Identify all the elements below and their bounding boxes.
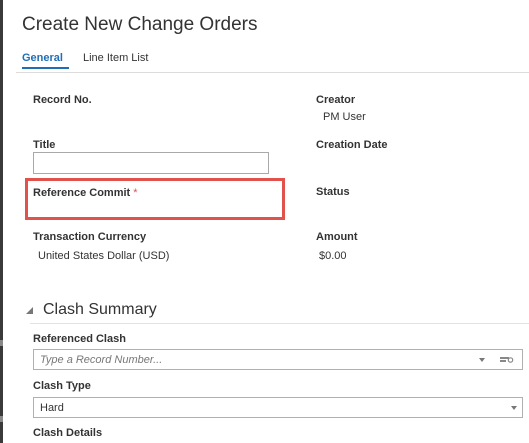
collapse-triangle-icon[interactable] [26,306,33,314]
tabs-divider [16,72,529,73]
section-divider [30,323,529,324]
transaction-currency-value: United States Dollar (USD) [38,250,170,262]
creation-date-label: Creation Date [316,139,388,151]
amount-label: Amount [316,231,358,243]
amount-value: $0.00 [319,250,347,262]
record-no-label: Record No. [33,94,92,106]
active-tab-indicator [22,67,69,69]
tab-general[interactable]: General [22,52,63,64]
clash-type-label: Clash Type [33,380,91,392]
page-title: Create New Change Orders [22,14,258,35]
edge-marker [0,416,3,422]
lov-search-icon[interactable] [500,355,514,364]
referenced-clash-label: Referenced Clash [33,333,126,345]
creator-label: Creator [316,94,356,106]
creator-value: PM User [323,111,366,123]
tab-line-item-list[interactable]: Line Item List [83,52,148,64]
clash-type-value: Hard [40,402,64,414]
referenced-clash-placeholder: Type a Record Number... [40,354,163,366]
clash-details-label: Clash Details [33,427,103,439]
annotation-highlight-box [25,178,285,220]
window-left-edge [0,0,3,443]
clash-summary-header[interactable]: Clash Summary [26,301,157,319]
clash-type-select[interactable]: Hard [33,397,523,418]
edge-marker [0,340,3,346]
dropdown-caret-icon[interactable] [511,406,517,410]
title-input[interactable] [33,152,269,174]
title-label: Title [33,139,56,151]
transaction-currency-label: Transaction Currency [33,231,147,243]
dropdown-caret-icon[interactable] [479,358,485,362]
status-label: Status [316,186,350,198]
referenced-clash-input[interactable]: Type a Record Number... [33,349,523,370]
clash-summary-title: Clash Summary [43,301,157,318]
